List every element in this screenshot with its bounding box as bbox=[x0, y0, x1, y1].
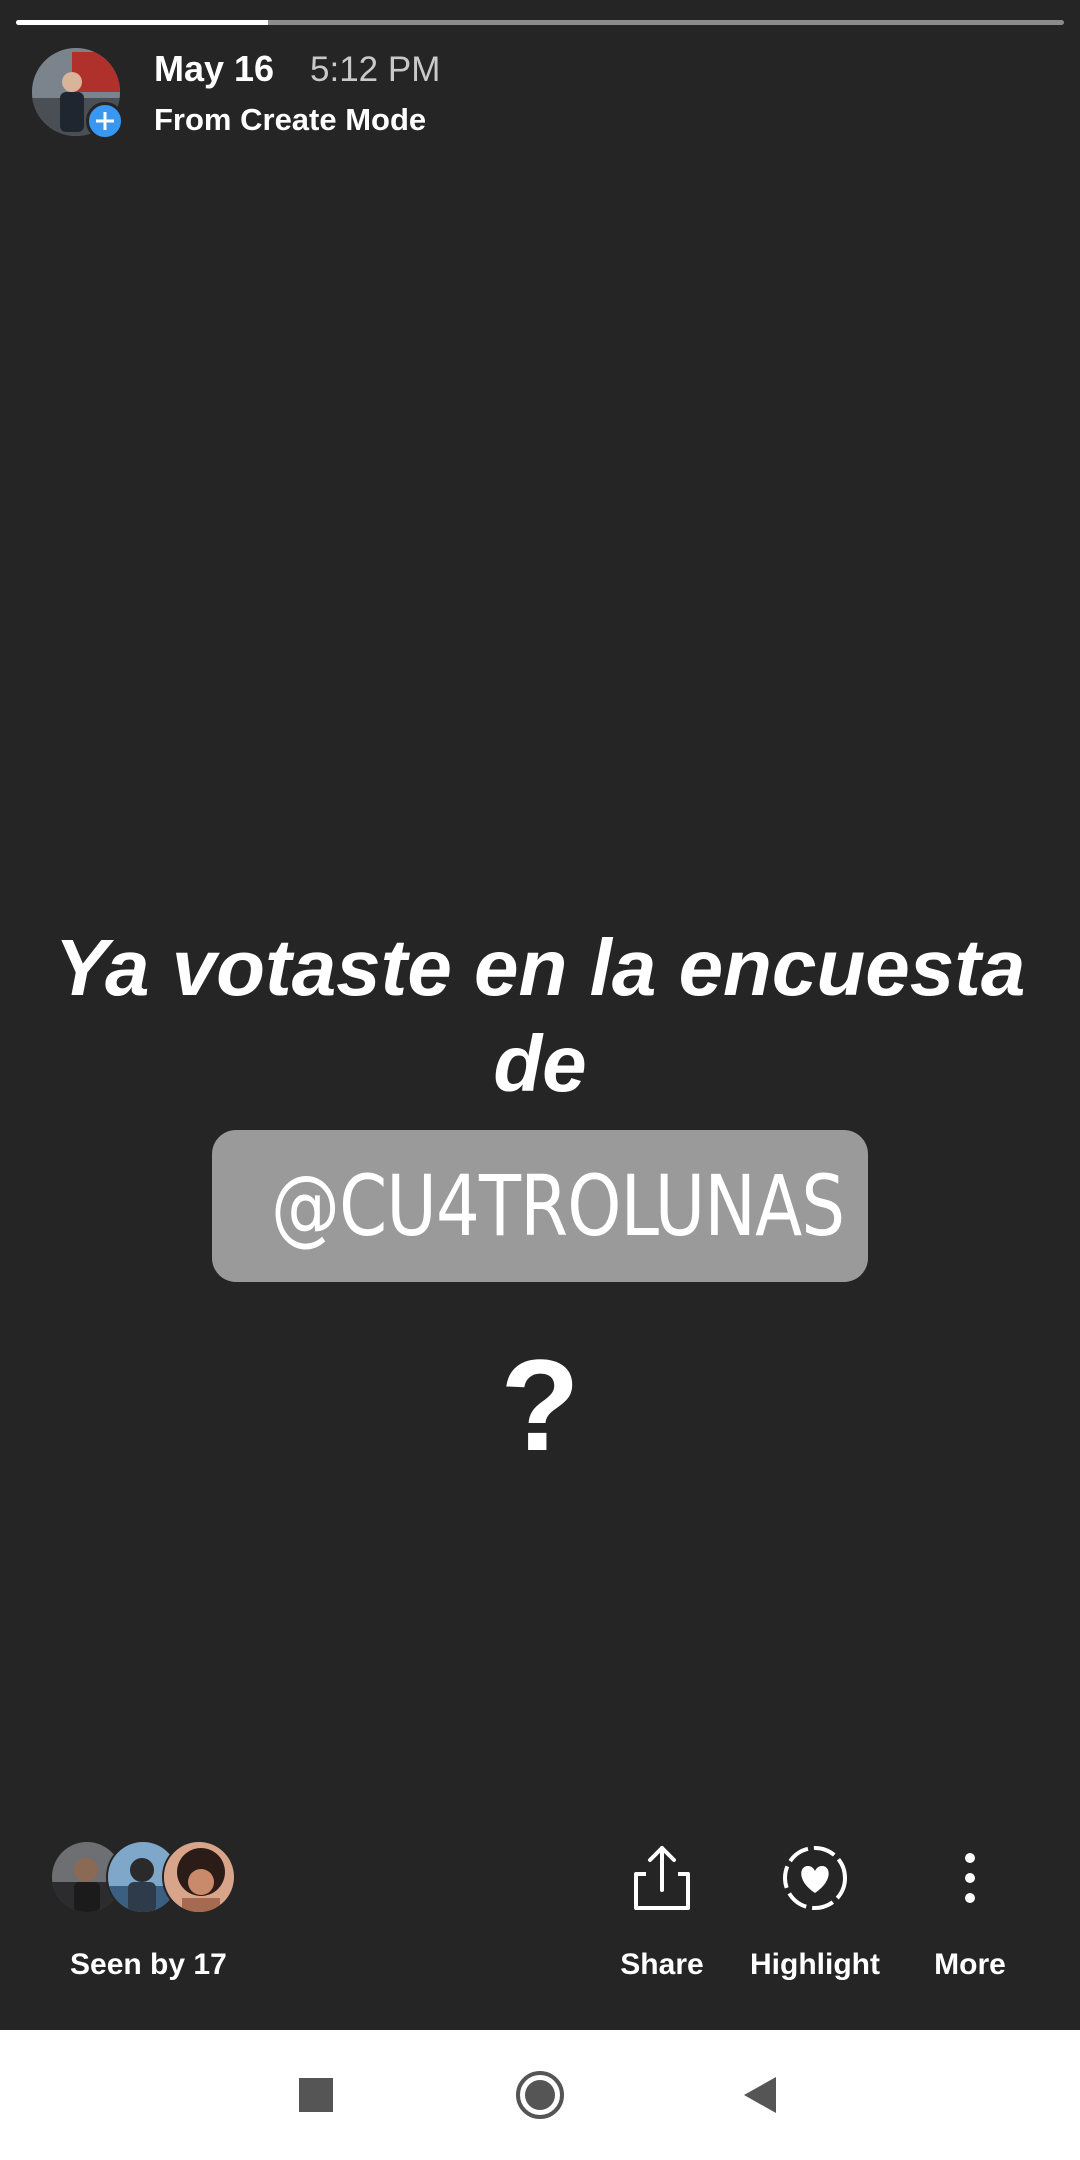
more-vertical-icon bbox=[930, 1838, 1010, 1918]
share-icon bbox=[622, 1838, 702, 1918]
home-icon[interactable] bbox=[510, 2065, 570, 2125]
mention-username: @CU4TROLUNAS bbox=[271, 1157, 845, 1255]
seen-by-count[interactable]: Seen by 17 bbox=[70, 1948, 227, 1982]
recents-icon[interactable] bbox=[286, 2065, 346, 2125]
back-icon[interactable] bbox=[730, 2065, 790, 2125]
mention-sticker[interactable]: @CU4TROLUNAS bbox=[212, 1130, 868, 1282]
story-progress-bar bbox=[16, 20, 1064, 25]
add-story-icon[interactable] bbox=[86, 102, 124, 140]
viewers-avatars[interactable] bbox=[50, 1840, 250, 1916]
story-question-mark: ? bbox=[500, 1332, 580, 1478]
story-source: From Create Mode bbox=[154, 102, 427, 137]
highlight-button[interactable]: Highlight bbox=[725, 1838, 905, 1982]
story-caption: Ya votaste en la encuesta de bbox=[54, 923, 1026, 1108]
highlight-heart-icon bbox=[775, 1838, 855, 1918]
more-label: More bbox=[934, 1948, 1006, 1981]
story-header: May 16 5:12 PM From Create Mode bbox=[32, 48, 1032, 148]
story-screen: May 16 5:12 PM From Create Mode Ya votas… bbox=[0, 0, 1080, 2160]
system-nav-bar bbox=[0, 2030, 1080, 2160]
viewer-avatar bbox=[162, 1840, 236, 1914]
story-time: 5:12 PM bbox=[310, 50, 441, 89]
story-date: May 16 bbox=[154, 48, 275, 89]
story-progress-fill bbox=[16, 20, 268, 25]
highlight-label: Highlight bbox=[750, 1948, 880, 1981]
more-button[interactable]: More bbox=[880, 1838, 1060, 1982]
